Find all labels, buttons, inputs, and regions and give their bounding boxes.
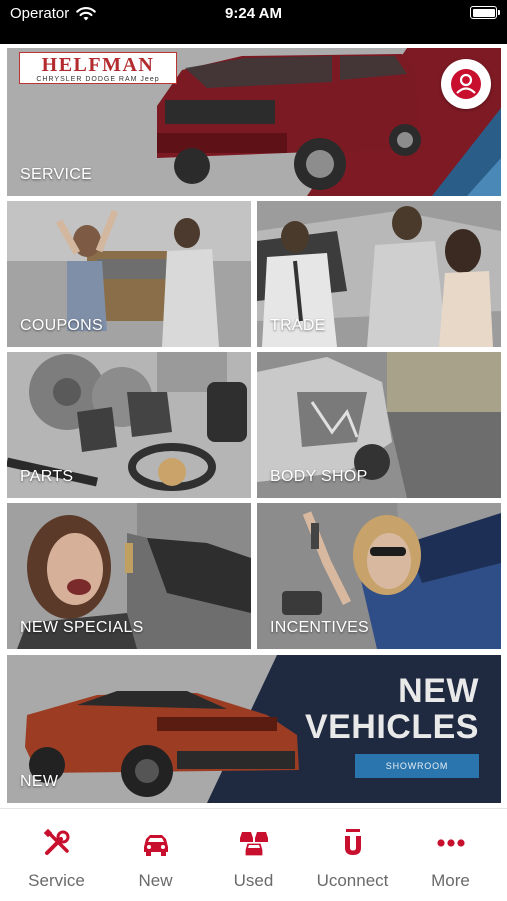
new-specials-label: NEW SPECIALS: [20, 619, 144, 636]
dealer-logo: HELFMAN CHRYSLER DODGE RAM Jeep: [19, 52, 177, 84]
car-icon: [144, 835, 168, 856]
profile-button[interactable]: [441, 59, 491, 109]
tab-service-label: Service: [28, 871, 85, 890]
trade-label: TRADE: [270, 317, 326, 334]
new-vehicles-heading-line1: NEW: [398, 672, 479, 710]
tab-service[interactable]: Service: [6, 809, 107, 901]
tab-more-label: More: [431, 871, 470, 890]
tab-new-label: New: [138, 871, 173, 890]
trade-tile[interactable]: TRADE: [257, 201, 501, 347]
body-shop-tile[interactable]: BODY SHOP: [257, 352, 501, 498]
dealer-logo-name: HELFMAN: [41, 54, 155, 76]
service-banner[interactable]: HELFMAN CHRYSLER DODGE RAM Jeep SERVICE: [7, 48, 501, 196]
coupons-tile[interactable]: COUPONS: [7, 201, 251, 347]
dealer-logo-brands: CHRYSLER DODGE RAM Jeep: [36, 76, 160, 83]
new-vehicles-heading-line2: VEHICLES: [304, 708, 479, 746]
wrench-screwdriver-icon: [43, 828, 70, 855]
tab-more[interactable]: More: [400, 809, 501, 901]
parts-label: PARTS: [20, 468, 74, 485]
parts-tile[interactable]: PARTS: [7, 352, 251, 498]
tab-uconnect[interactable]: Uconnect: [302, 809, 403, 901]
new-vehicles-banner[interactable]: NEW VEHICLES SHOWROOM NEW: [7, 655, 501, 803]
new-specials-tile[interactable]: NEW SPECIALS: [7, 503, 251, 649]
incentives-tile[interactable]: INCENTIVES: [257, 503, 501, 649]
coupons-label: COUPONS: [20, 317, 103, 334]
tab-uconnect-label: Uconnect: [316, 871, 389, 890]
status-time: 9:24 AM: [225, 5, 282, 22]
showroom-button[interactable]: SHOWROOM: [355, 754, 479, 778]
uconnect-icon: [345, 829, 361, 855]
body-shop-label: BODY SHOP: [270, 468, 368, 485]
more-dots-icon: [437, 839, 465, 847]
tab-new[interactable]: New: [105, 809, 206, 901]
status-bar: Operator 9:24 AM: [0, 0, 507, 44]
incentives-label: INCENTIVES: [270, 619, 370, 636]
new-vehicles-label: NEW: [20, 773, 59, 790]
tab-used-label: Used: [233, 871, 274, 890]
tab-bar: Service New Used Uconnect More: [0, 808, 507, 900]
new-vehicles-heading: NEW VEHICLES: [305, 673, 479, 745]
cars-stack-icon: [240, 832, 268, 857]
user-circle-icon: [451, 69, 481, 99]
tab-used[interactable]: Used: [203, 809, 304, 901]
service-banner-label: SERVICE: [20, 166, 93, 183]
battery-icon: [470, 6, 500, 19]
